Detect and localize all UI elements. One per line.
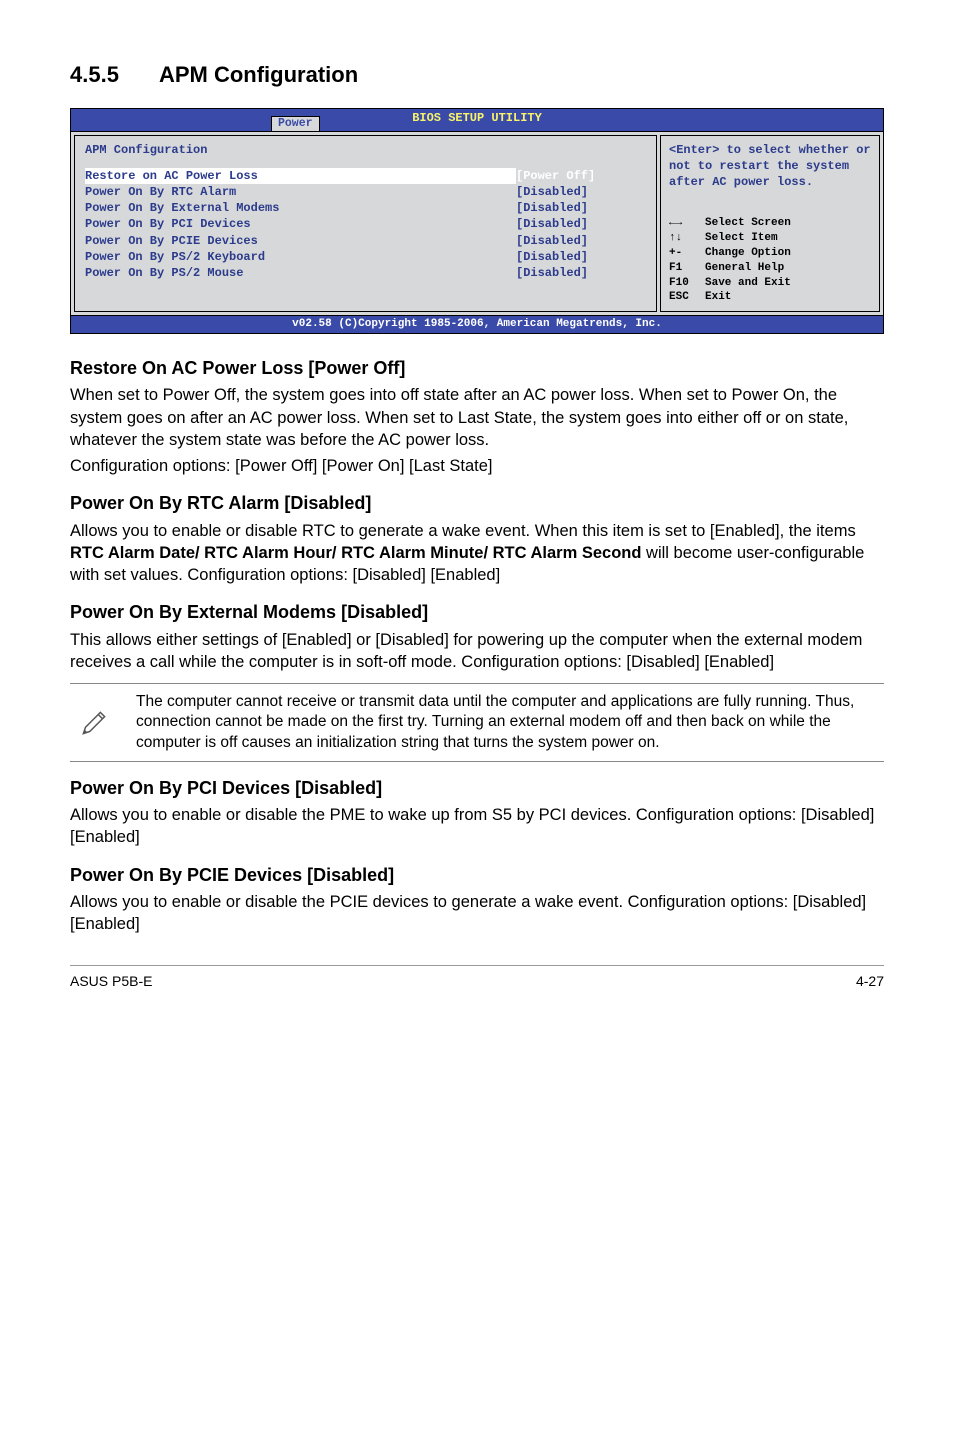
paragraph: When set to Power Off, the system goes i…	[70, 384, 884, 451]
nav-select-screen: Select Screen	[705, 216, 791, 231]
nav-save-exit: Save and Exit	[705, 276, 791, 291]
subheading-pci: Power On By PCI Devices [Disabled]	[70, 776, 884, 800]
bios-row-value: [Disabled]	[516, 184, 646, 200]
nav-select-item: Select Item	[705, 231, 778, 246]
bios-row-label: Power On By RTC Alarm	[85, 184, 516, 200]
nav-general-help: General Help	[705, 261, 784, 276]
arrow-left-right-icon	[669, 216, 705, 231]
bios-title: BIOS SETUP UTILITY	[71, 109, 883, 127]
bios-row-label: Power On By PS/2 Keyboard	[85, 249, 516, 265]
bios-row-label: Power On By External Modems	[85, 200, 516, 216]
text-bold: RTC Alarm Date/ RTC Alarm Hour/ RTC Alar…	[70, 544, 641, 562]
bios-panel: BIOS SETUP UTILITY Power APM Configurati…	[70, 108, 884, 334]
bios-row-ps2-mouse[interactable]: Power On By PS/2 Mouse [Disabled]	[85, 265, 646, 281]
bios-copyright: v02.58 (C)Copyright 1985-2006, American …	[71, 315, 883, 333]
nav-key: +-	[669, 246, 705, 261]
note-box: The computer cannot receive or transmit …	[70, 683, 884, 761]
bios-row-value: [Disabled]	[516, 265, 646, 281]
bios-row-value: [Disabled]	[516, 216, 646, 232]
bios-row-value: [Disabled]	[516, 233, 646, 249]
paragraph: Allows you to enable or disable the PCIE…	[70, 891, 884, 936]
bios-right-pane: <Enter> to select whether or not to rest…	[660, 135, 880, 313]
paragraph: This allows either settings of [Enabled]…	[70, 629, 884, 674]
footer-right: 4-27	[856, 972, 884, 991]
bios-row-value: [Disabled]	[516, 249, 646, 265]
bios-row-pcie[interactable]: Power On By PCIE Devices [Disabled]	[85, 233, 646, 249]
section-title: APM Configuration	[159, 62, 358, 87]
bios-nav-block: Select Screen Select Item +-Change Optio…	[669, 216, 871, 305]
subheading-rtc-alarm: Power On By RTC Alarm [Disabled]	[70, 491, 884, 515]
bios-help-text: <Enter> to select whether or not to rest…	[669, 142, 871, 191]
footer-left: ASUS P5B-E	[70, 972, 152, 991]
subheading-restore-ac: Restore On AC Power Loss [Power Off]	[70, 356, 884, 380]
paragraph: Allows you to enable or disable RTC to g…	[70, 520, 884, 587]
bios-titlebar: BIOS SETUP UTILITY Power	[71, 109, 883, 131]
pencil-icon	[70, 692, 118, 752]
section-heading: 4.5.5 APM Configuration	[70, 60, 884, 90]
bios-panel-title: APM Configuration	[85, 142, 646, 158]
bios-row-value: [Disabled]	[516, 200, 646, 216]
nav-key: F10	[669, 276, 705, 291]
bios-row-ext-modems[interactable]: Power On By External Modems [Disabled]	[85, 200, 646, 216]
nav-exit: Exit	[705, 290, 731, 305]
bios-row-label: Power On By PS/2 Mouse	[85, 265, 516, 281]
bios-row-rtc-alarm[interactable]: Power On By RTC Alarm [Disabled]	[85, 184, 646, 200]
subheading-pcie: Power On By PCIE Devices [Disabled]	[70, 863, 884, 887]
bios-row-label: Power On By PCI Devices	[85, 216, 516, 232]
bios-row-label: Restore on AC Power Loss	[85, 168, 516, 184]
subheading-ext-modems: Power On By External Modems [Disabled]	[70, 600, 884, 624]
text-fragment: Allows you to enable or disable RTC to g…	[70, 522, 856, 540]
nav-key: F1	[669, 261, 705, 276]
page-footer: ASUS P5B-E 4-27	[70, 965, 884, 991]
bios-row-value: [Power Off]	[516, 168, 646, 184]
bios-left-pane: APM Configuration Restore on AC Power Lo…	[74, 135, 657, 313]
bios-tab-power[interactable]: Power	[271, 116, 320, 131]
arrow-up-down-icon	[669, 231, 705, 246]
nav-change-option: Change Option	[705, 246, 791, 261]
bios-row-pci[interactable]: Power On By PCI Devices [Disabled]	[85, 216, 646, 232]
bios-row-label: Power On By PCIE Devices	[85, 233, 516, 249]
config-options: Configuration options: [Power Off] [Powe…	[70, 455, 884, 477]
section-number: 4.5.5	[70, 60, 119, 90]
bios-row-ps2-kb[interactable]: Power On By PS/2 Keyboard [Disabled]	[85, 249, 646, 265]
note-text: The computer cannot receive or transmit …	[136, 692, 884, 752]
bios-row-restore-ac[interactable]: Restore on AC Power Loss [Power Off]	[85, 168, 646, 184]
paragraph: Allows you to enable or disable the PME …	[70, 804, 884, 849]
nav-key: ESC	[669, 290, 705, 305]
